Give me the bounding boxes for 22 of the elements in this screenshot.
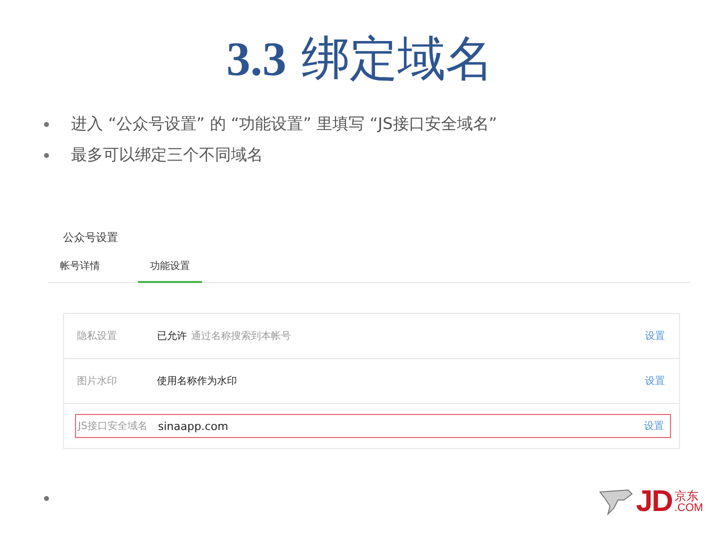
panel-heading: 公众号设置 [63, 230, 119, 245]
row-label: 隐私设置 [77, 330, 118, 343]
logo-letters: JD [636, 487, 672, 517]
row-note: 通过名称搜索到本帐号 [191, 330, 291, 343]
settings-link[interactable]: 设置 [644, 419, 664, 433]
tab[interactable]: 功能设置 [138, 259, 202, 283]
bullet-text: 最多可以绑定三个不同域名 [71, 144, 263, 166]
settings-link[interactable]: 设置 [645, 329, 665, 343]
slide-title: 3.3 绑定域名 [225, 30, 495, 89]
settings-link[interactable]: 设置 [645, 374, 665, 388]
row-label: JS接口安全域名 [78, 420, 148, 433]
logo-chinese: 京东 [674, 490, 700, 502]
tab[interactable]: 帐号详情 [48, 259, 112, 283]
row-value: sinaapp.com [158, 420, 228, 432]
bullet-text: 进入 “公众号设置” 的 “功能设置” 里填写 “JS接口安全域名” [71, 113, 498, 135]
bullet-icon [44, 152, 49, 158]
row-label: 图片水印 [77, 374, 118, 388]
row-value: 已允许 [157, 330, 187, 343]
row-value: 使用名称作为水印 [157, 374, 237, 388]
logo-domain: .COM [674, 502, 704, 514]
bullet-icon [44, 496, 49, 501]
bullet-icon [44, 122, 49, 126]
